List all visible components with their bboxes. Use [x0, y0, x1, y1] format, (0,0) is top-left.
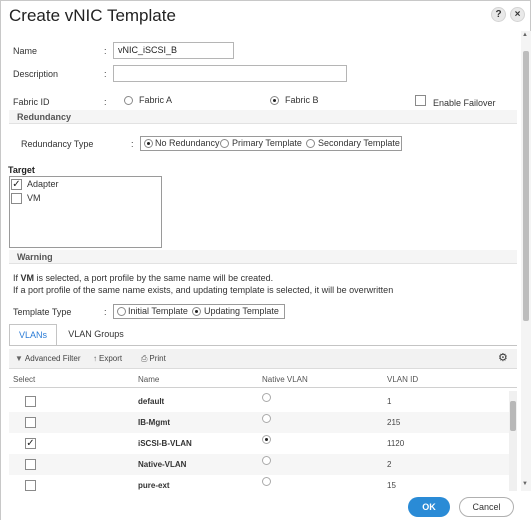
dialog-title: Create vNIC Template	[9, 6, 176, 25]
warning-text-line2: If a port profile of the same name exist…	[13, 285, 394, 295]
warning-section-header: Warning	[9, 250, 517, 264]
advanced-filter-button[interactable]: ▼ Advanced Filter	[15, 354, 81, 363]
row-native-radio[interactable]	[262, 477, 271, 486]
export-button[interactable]: ↑ Export	[93, 354, 122, 363]
redundancy-type-label: Redundancy Type	[21, 139, 94, 149]
table-scrollbar[interactable]	[509, 391, 517, 491]
secondary-template-label[interactable]: Secondary Template	[318, 138, 400, 148]
secondary-template-radio[interactable]	[306, 139, 315, 148]
tab-divider	[9, 345, 517, 346]
target-vm-checkbox[interactable]	[11, 193, 22, 204]
primary-template-label[interactable]: Primary Template	[232, 138, 302, 148]
fabric-b-label[interactable]: Fabric B	[285, 95, 319, 105]
template-type-radio-group: Initial Template Updating Template	[113, 304, 285, 319]
dialog-footer: OK Cancel	[1, 491, 531, 520]
target-vm-label[interactable]: VM	[27, 193, 41, 203]
warning-section-title: Warning	[17, 252, 53, 262]
column-select: Select	[13, 375, 36, 384]
row-vlan-id: 215	[387, 418, 401, 427]
name-label: Name	[13, 46, 38, 56]
create-vnic-template-dialog: Create vNIC Template ? × Name : vNIC_iSC…	[0, 0, 531, 520]
warning-text-line1: If VM is selected, a port profile by the…	[13, 273, 274, 283]
row-vlan-id: 15	[387, 481, 396, 490]
row-native-radio[interactable]	[262, 393, 271, 402]
table-row[interactable]: Native-VLAN 2	[9, 454, 517, 475]
vlan-table-header: Select Name Native VLAN VLAN ID	[9, 371, 517, 388]
template-type-label: Template Type	[13, 307, 72, 317]
description-colon: :	[104, 69, 107, 79]
redundancy-type-colon: :	[131, 139, 134, 149]
row-name: Native-VLAN	[138, 460, 187, 469]
vlan-toolbar: ▼ Advanced Filter ↑ Export ⎙ Print ⚙	[9, 349, 517, 369]
row-native-radio[interactable]	[262, 456, 271, 465]
table-row[interactable]: pure-ext 15	[9, 475, 517, 491]
ok-button[interactable]: OK	[408, 497, 450, 517]
dialog-scrollbar[interactable]: ▲ ▼	[521, 31, 531, 491]
initial-template-radio[interactable]	[117, 307, 126, 316]
cancel-button[interactable]: Cancel	[459, 497, 514, 517]
name-input[interactable]: vNIC_iSCSI_B	[113, 42, 234, 59]
column-name: Name	[138, 375, 160, 384]
dialog-scrollbar-thumb[interactable]	[523, 51, 529, 321]
description-input[interactable]	[113, 65, 347, 82]
primary-template-radio[interactable]	[220, 139, 229, 148]
row-select-checkbox[interactable]	[25, 396, 36, 407]
enable-failover-label[interactable]: Enable Failover	[433, 98, 496, 108]
target-label: Target	[8, 165, 35, 175]
target-adapter-label[interactable]: Adapter	[27, 179, 59, 189]
row-vlan-id: 2	[387, 460, 392, 469]
row-name: iSCSI-B-VLAN	[138, 439, 192, 448]
enable-failover-checkbox[interactable]	[415, 95, 426, 106]
fabric-id-colon: :	[104, 97, 107, 107]
row-native-radio[interactable]	[262, 435, 271, 444]
table-scrollbar-thumb[interactable]	[510, 401, 516, 431]
name-colon: :	[104, 46, 107, 56]
column-vlan-id: VLAN ID	[387, 375, 419, 384]
tab-vlans[interactable]: VLANs	[9, 324, 57, 346]
table-row[interactable]: IB-Mgmt 215	[9, 412, 517, 433]
redundancy-section-title: Redundancy	[17, 112, 72, 122]
row-select-checkbox[interactable]	[25, 417, 36, 428]
template-type-colon: :	[104, 307, 107, 317]
initial-template-label[interactable]: Initial Template	[128, 306, 188, 316]
row-native-radio[interactable]	[262, 414, 271, 423]
fabric-id-label: Fabric ID	[13, 97, 50, 107]
description-label: Description	[13, 69, 59, 79]
tab-vlan-groups[interactable]: VLAN Groups	[63, 324, 129, 346]
row-name: IB-Mgmt	[138, 418, 170, 427]
row-vlan-id: 1	[387, 397, 392, 406]
row-name: default	[138, 397, 165, 406]
scroll-up-icon[interactable]: ▲	[522, 32, 528, 38]
fabric-a-label[interactable]: Fabric A	[139, 95, 172, 105]
scroll-down-icon[interactable]: ▼	[522, 481, 528, 487]
row-select-checkbox[interactable]: ✓	[25, 438, 36, 449]
row-select-checkbox[interactable]	[25, 480, 36, 491]
dialog-body: Name : vNIC_iSCSI_B Description : Fabric…	[1, 31, 521, 491]
row-vlan-id: 1120	[387, 439, 405, 448]
fabric-a-radio[interactable]	[124, 96, 133, 105]
table-row[interactable]: ✓ iSCSI-B-VLAN 1120	[9, 433, 517, 454]
target-adapter-checkbox[interactable]: ✓	[11, 179, 22, 190]
print-icon: ⎙	[141, 354, 148, 363]
help-button[interactable]: ?	[491, 7, 506, 22]
no-redundancy-radio[interactable]	[144, 139, 153, 148]
redundancy-type-radio-group: No Redundancy Primary Template Secondary…	[140, 136, 402, 151]
target-list: ✓ Adapter VM	[9, 176, 162, 248]
fabric-b-radio[interactable]	[270, 96, 279, 105]
redundancy-section-header: Redundancy	[9, 110, 517, 124]
close-button[interactable]: ×	[510, 7, 525, 22]
row-select-checkbox[interactable]	[25, 459, 36, 470]
column-native-vlan: Native VLAN	[262, 375, 308, 384]
updating-template-radio[interactable]	[192, 307, 201, 316]
gear-icon[interactable]: ⚙	[498, 351, 508, 364]
row-name: pure-ext	[138, 481, 170, 490]
no-redundancy-label[interactable]: No Redundancy	[155, 138, 220, 148]
filter-icon: ▼	[15, 354, 23, 363]
export-icon: ↑	[93, 354, 97, 363]
updating-template-label[interactable]: Updating Template	[204, 306, 279, 316]
print-button[interactable]: ⎙ Print	[141, 354, 166, 364]
table-row[interactable]: default 1	[9, 391, 517, 412]
